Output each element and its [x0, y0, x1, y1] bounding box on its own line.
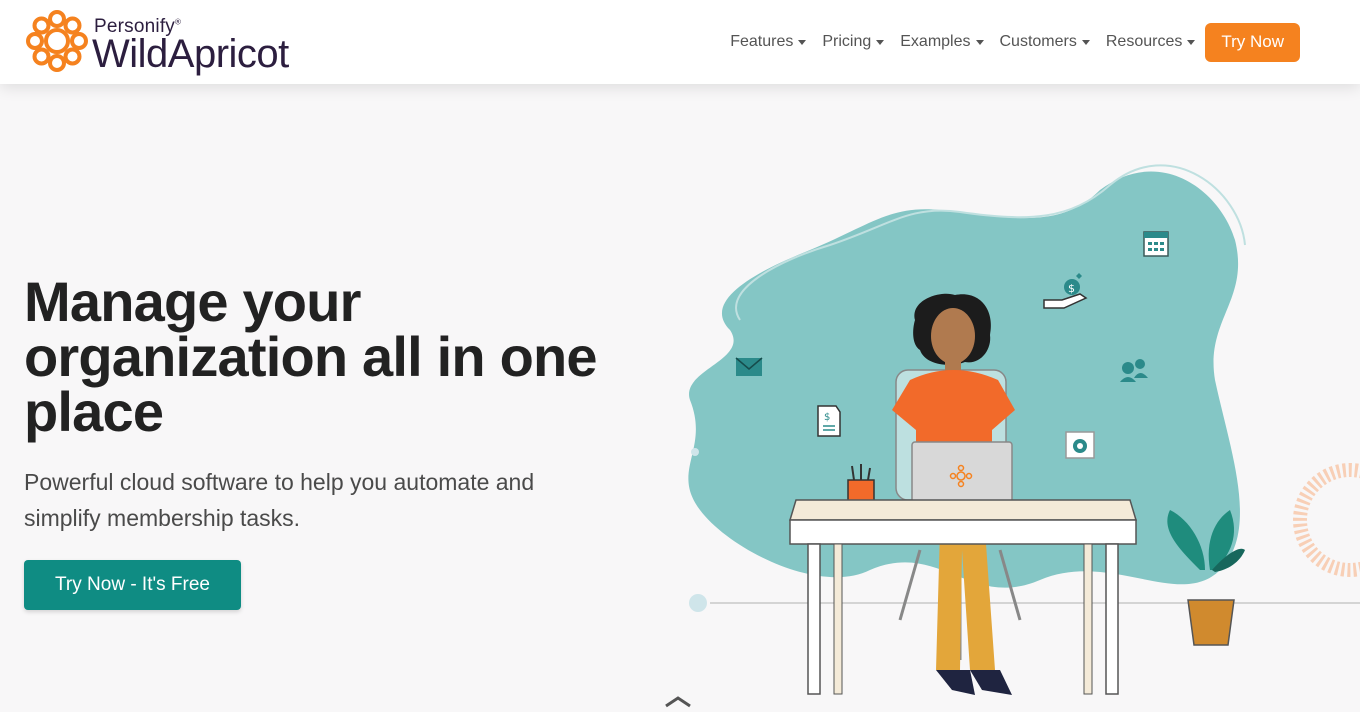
caret-down-icon — [1187, 40, 1196, 45]
nav-features-label: Features — [730, 33, 794, 50]
caret-down-icon — [975, 40, 984, 45]
logo-name: WildApricot — [92, 32, 289, 76]
dot-1 — [691, 448, 699, 456]
try-now-button[interactable]: Try Now — [1205, 22, 1300, 62]
svg-text:$: $ — [1068, 282, 1075, 295]
nav-customers[interactable]: Customers — [1000, 22, 1090, 62]
nav-pricing[interactable]: Pricing — [822, 22, 885, 62]
hero-title: Manage your organization all in one plac… — [24, 270, 598, 443]
nav-features[interactable]: Features — [730, 22, 807, 62]
caret-down-icon — [1081, 40, 1090, 45]
svg-text:$: $ — [824, 412, 830, 423]
main-nav: Features Pricing Examples Customers Reso… — [730, 22, 1300, 62]
envelope-icon — [735, 357, 763, 376]
caret-down-icon — [798, 40, 807, 45]
desk — [788, 499, 1138, 695]
gear-icon — [1065, 431, 1095, 459]
top-navbar: Personify® WildApricot Features Pricing … — [0, 0, 1360, 84]
hero-illustration: $ $ — [688, 164, 1360, 695]
invoice-icon: $ — [817, 405, 841, 437]
nav-pricing-label: Pricing — [822, 33, 872, 50]
try-now-free-button[interactable]: Try Now - It's Free — [24, 560, 241, 610]
nav-resources[interactable]: Resources — [1105, 22, 1196, 62]
calendar-icon — [1143, 231, 1169, 257]
logo-link[interactable]: Personify® WildApricot — [24, 8, 314, 76]
deco-circle — [1293, 463, 1360, 577]
nav-examples[interactable]: Examples — [900, 22, 984, 62]
logo-flower-icon — [26, 10, 88, 72]
nav-resources-label: Resources — [1105, 33, 1183, 50]
caret-down-icon — [876, 40, 885, 45]
dot-2 — [689, 594, 707, 612]
nav-customers-label: Customers — [999, 33, 1077, 50]
hero-subtitle: Powerful cloud software to help you auto… — [24, 469, 535, 531]
scroll-down-icon[interactable] — [660, 696, 696, 712]
nav-examples-label: Examples — [900, 33, 971, 50]
